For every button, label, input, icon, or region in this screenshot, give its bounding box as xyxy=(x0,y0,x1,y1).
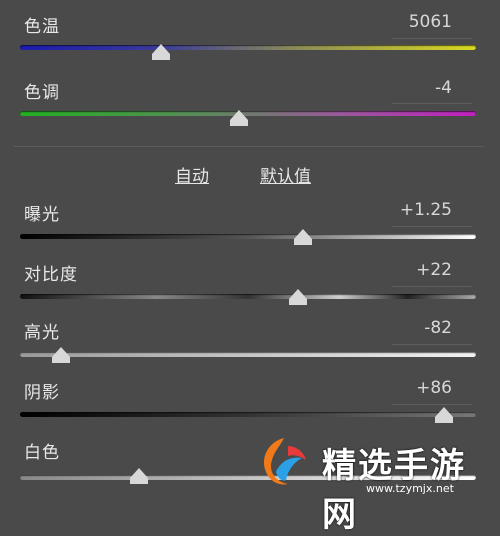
tint-value-underline xyxy=(392,103,472,104)
contrast-value[interactable]: +22 xyxy=(416,260,452,280)
tint-value[interactable]: -4 xyxy=(435,78,452,98)
highlights-thumb[interactable] xyxy=(52,347,71,363)
highlights-value-underline xyxy=(392,344,472,345)
highlights-track[interactable] xyxy=(20,352,476,357)
exposure-thumb[interactable] xyxy=(293,229,312,245)
exposure-track[interactable] xyxy=(20,234,476,239)
contrast-thumb[interactable] xyxy=(289,289,308,305)
watermark: 精选手游网 www.tzymjx.net xyxy=(248,432,500,535)
whites-thumb[interactable] xyxy=(129,468,148,484)
tint-track[interactable] xyxy=(20,111,476,116)
temperature-thumb[interactable] xyxy=(152,44,171,60)
temperature-track[interactable] xyxy=(20,45,476,50)
shadows-thumb[interactable] xyxy=(435,407,454,423)
highlights-label: 高光 xyxy=(24,323,60,343)
exposure-label: 曝光 xyxy=(24,205,60,225)
temperature-label: 色温 xyxy=(24,17,60,37)
exposure-value-underline xyxy=(392,226,472,227)
shadows-label: 阴影 xyxy=(24,383,60,403)
shadows-value[interactable]: +86 xyxy=(416,378,452,398)
contrast-value-underline xyxy=(392,286,472,287)
exposure-value[interactable]: +1.25 xyxy=(400,200,452,220)
auto-link[interactable]: 自动 xyxy=(175,162,209,187)
temperature-value[interactable]: 5061 xyxy=(409,12,452,32)
tint-thumb[interactable] xyxy=(229,110,248,126)
shadows-value-underline xyxy=(392,404,472,405)
shadows-track[interactable] xyxy=(20,412,476,417)
highlights-value[interactable]: -82 xyxy=(424,318,452,338)
default-link[interactable]: 默认值 xyxy=(260,162,311,187)
contrast-label: 对比度 xyxy=(24,265,78,285)
section-divider xyxy=(14,146,484,147)
watermark-logo-icon xyxy=(264,438,306,485)
temperature-value-underline xyxy=(392,38,472,39)
contrast-track[interactable] xyxy=(20,294,476,299)
tint-label: 色调 xyxy=(24,83,60,103)
whites-label: 白色 xyxy=(24,443,60,463)
watermark-url: www.tzymjx.net xyxy=(366,482,454,495)
